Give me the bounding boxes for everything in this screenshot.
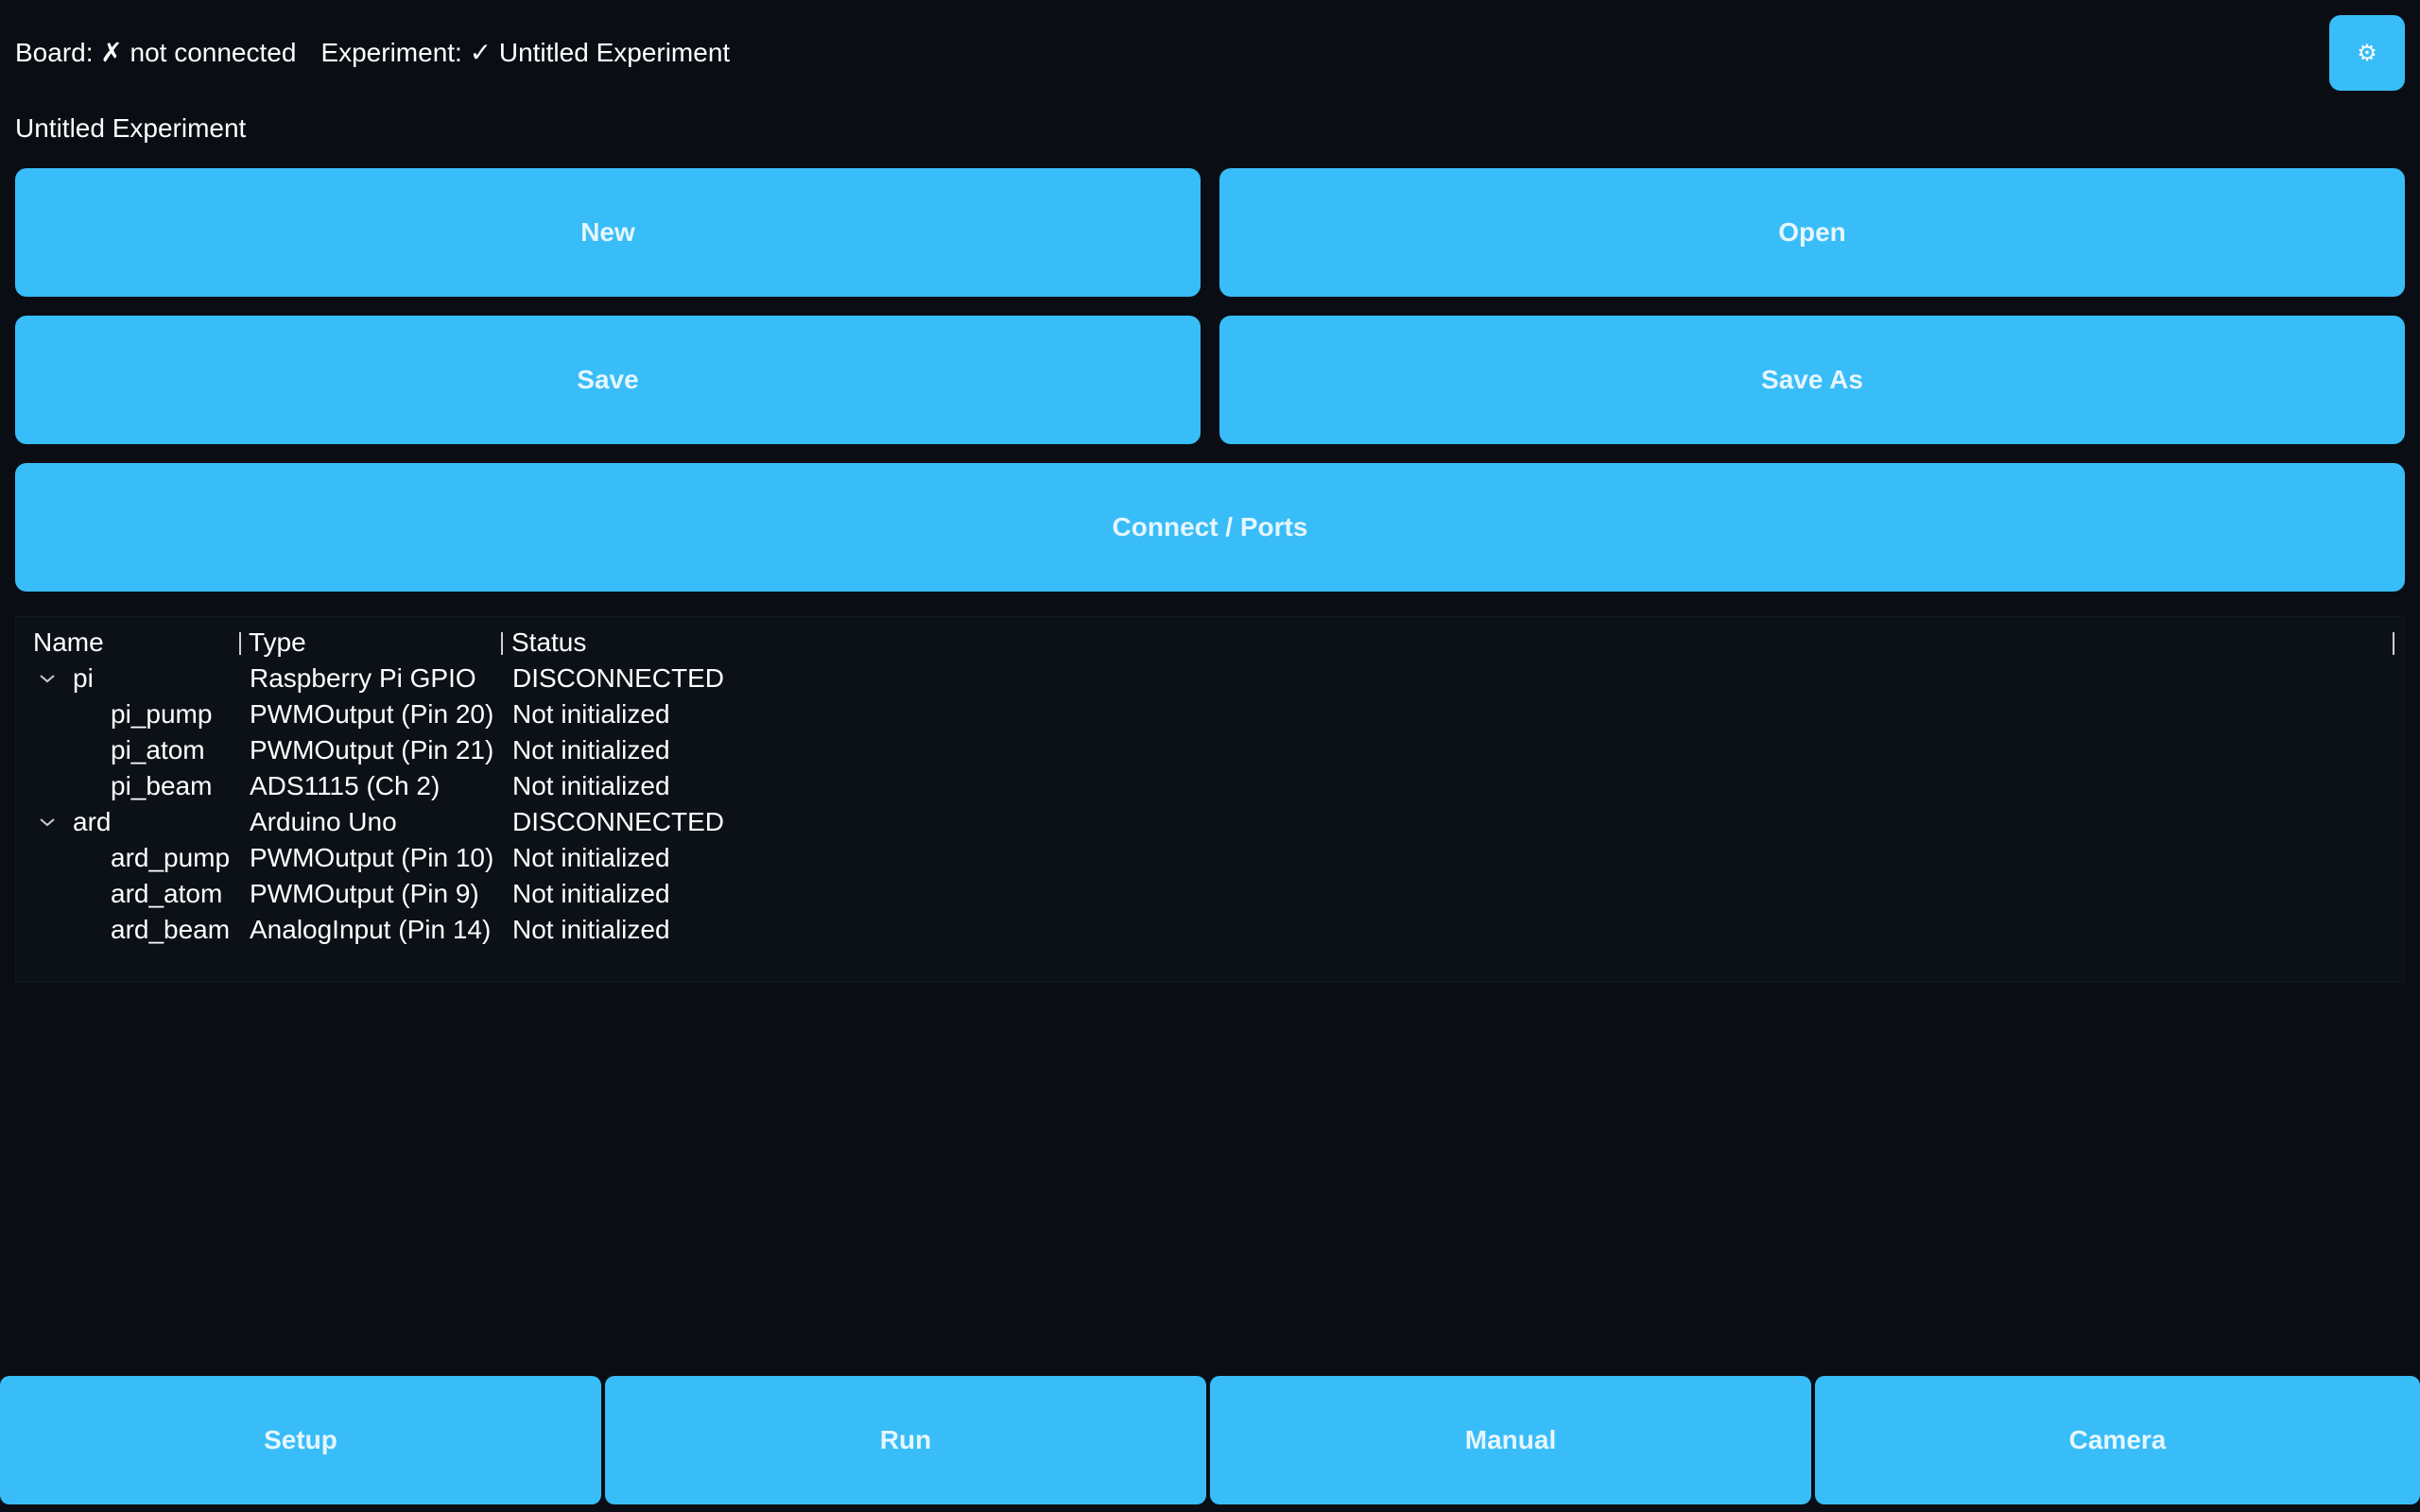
column-header-name[interactable]: Name <box>33 625 104 661</box>
open-button[interactable]: Open <box>1219 168 2405 297</box>
save-button[interactable]: Save <box>15 316 1201 444</box>
row-name: ard_atom <box>111 879 223 908</box>
row-type: PWMOutput (Pin 20) <box>250 699 494 729</box>
row-name: ard <box>73 807 112 836</box>
tree-header: Name Type Status <box>16 625 2404 661</box>
tree-row-ard-pump[interactable]: ard_pump PWMOutput (Pin 10) Not initiali… <box>16 840 2404 876</box>
row-type: Raspberry Pi GPIO <box>250 663 476 693</box>
row-type: AnalogInput (Pin 14) <box>250 915 492 944</box>
row-name: pi_pump <box>111 699 213 729</box>
row-type: ADS1115 (Ch 2) <box>250 771 441 800</box>
chevron-down-icon[interactable] <box>37 804 58 840</box>
column-header-type[interactable]: Type <box>249 625 306 661</box>
experiment-title: Untitled Experiment <box>15 113 247 143</box>
row-name: pi <box>73 663 94 693</box>
row-status: DISCONNECTED <box>512 807 725 836</box>
main-window: Board: ✗ not connected Experiment: ✓ Unt… <box>0 0 2420 1512</box>
tree-row-ard-atom[interactable]: ard_atom PWMOutput (Pin 9) Not initializ… <box>16 876 2404 912</box>
connect-ports-button[interactable]: Connect / Ports <box>15 463 2405 592</box>
column-resize-handle[interactable] <box>501 632 503 655</box>
settings-button[interactable]: ⚙ <box>2329 15 2405 91</box>
column-resize-handle[interactable] <box>2393 632 2394 655</box>
chevron-down-icon[interactable] <box>37 661 58 696</box>
row-status: Not initialized <box>512 735 670 765</box>
tree-row-pi[interactable]: pi Raspberry Pi GPIO DISCONNECTED <box>16 661 2404 696</box>
row-name: ard_beam <box>111 915 231 944</box>
column-resize-handle[interactable] <box>239 632 241 655</box>
row-type: PWMOutput (Pin 21) <box>250 735 494 765</box>
save-as-button[interactable]: Save As <box>1219 316 2405 444</box>
tree-row-ard[interactable]: ard Arduino Uno DISCONNECTED <box>16 804 2404 840</box>
row-status: Not initialized <box>512 699 670 729</box>
tree-row-pi-atom[interactable]: pi_atom PWMOutput (Pin 21) Not initializ… <box>16 732 2404 768</box>
gear-icon: ⚙ <box>2357 40 2377 66</box>
row-status: Not initialized <box>512 915 670 944</box>
row-type: PWMOutput (Pin 9) <box>250 879 479 908</box>
row-status: Not initialized <box>512 879 670 908</box>
tree-row-pi-pump[interactable]: pi_pump PWMOutput (Pin 20) Not initializ… <box>16 696 2404 732</box>
board-status: Board: ✗ not connected <box>15 38 297 67</box>
column-header-status[interactable]: Status <box>511 625 586 661</box>
row-type: PWMOutput (Pin 10) <box>250 843 494 872</box>
row-status: Not initialized <box>512 771 670 800</box>
row-name: pi_beam <box>111 771 213 800</box>
tab-run[interactable]: Run <box>605 1376 1206 1504</box>
row-name: pi_atom <box>111 735 205 765</box>
row-status: DISCONNECTED <box>512 663 725 693</box>
tree-row-pi-beam[interactable]: pi_beam ADS1115 (Ch 2) Not initialized <box>16 768 2404 804</box>
status-bar: Board: ✗ not connected Experiment: ✓ Unt… <box>15 36 754 70</box>
row-type: Arduino Uno <box>250 807 397 836</box>
bottom-tab-bar: Setup Run Manual Camera <box>0 1376 2420 1504</box>
device-tree[interactable]: Name Type Status pi Raspberry Pi GPIO DI… <box>15 616 2405 983</box>
tab-setup[interactable]: Setup <box>0 1376 601 1504</box>
tab-camera[interactable]: Camera <box>1815 1376 2420 1504</box>
experiment-status: Experiment: ✓ Untitled Experiment <box>320 38 731 67</box>
tab-manual[interactable]: Manual <box>1210 1376 1811 1504</box>
new-button[interactable]: New <box>15 168 1201 297</box>
tree-row-ard-beam[interactable]: ard_beam AnalogInput (Pin 14) Not initia… <box>16 912 2404 948</box>
row-name: ard_pump <box>111 843 231 872</box>
row-status: Not initialized <box>512 843 670 872</box>
